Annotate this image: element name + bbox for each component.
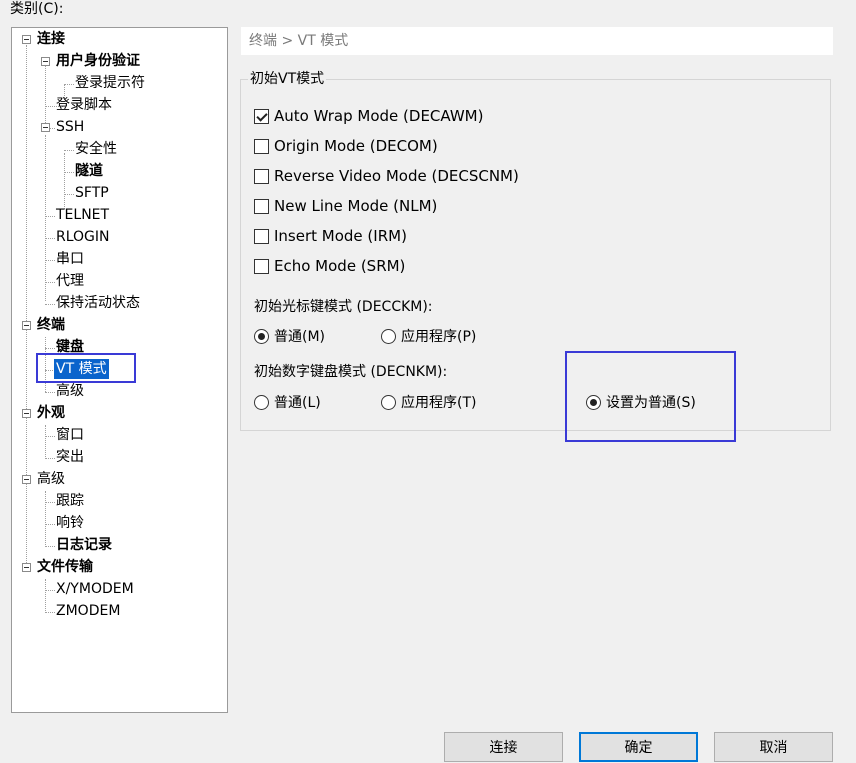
collapse-terminal-icon[interactable] (22, 321, 31, 330)
tree-item-serial[interactable]: 串口 (56, 249, 84, 269)
checkbox-label: New Line Mode (NLM) (274, 197, 438, 215)
ok-button[interactable]: 确定 (579, 732, 698, 762)
checkbox-icon[interactable] (254, 168, 269, 184)
highlight-box-vt-mode (36, 353, 136, 383)
cancel-button[interactable]: 取消 (714, 732, 833, 762)
checkbox-decawm[interactable]: Auto Wrap Mode (DECAWM) (254, 106, 483, 126)
checkbox-decom[interactable]: Origin Mode (DECOM) (254, 136, 438, 156)
checkbox-label: Insert Mode (IRM) (274, 227, 407, 245)
collapse-appearance-icon[interactable] (22, 409, 31, 418)
checkbox-checked-icon[interactable] (254, 108, 269, 124)
checkbox-nlm[interactable]: New Line Mode (NLM) (254, 196, 437, 216)
category-label: 类别(C): (10, 1, 64, 17)
checkbox-icon[interactable] (254, 258, 269, 274)
tree-item-proxy[interactable]: 代理 (56, 271, 84, 291)
checkbox-label: Echo Mode (SRM) (274, 257, 406, 275)
tree-item-user-auth[interactable]: 用户身份验证 (56, 51, 140, 71)
checkbox-label: Auto Wrap Mode (DECAWM) (274, 107, 484, 125)
tree-item-highlight[interactable]: 突出 (56, 447, 84, 467)
checkbox-icon[interactable] (254, 198, 269, 214)
cursor-keys-label: 初始光标键模式 (DECCKM): (254, 299, 433, 315)
tree-item-keepalive[interactable]: 保持活动状态 (56, 293, 140, 313)
tree-item-window[interactable]: 窗口 (56, 425, 84, 445)
radio-checked-icon[interactable] (254, 328, 269, 344)
tree-item-logging[interactable]: 日志记录 (56, 535, 112, 555)
radio-keypad-application[interactable]: 应用程序(T) (381, 392, 476, 412)
radio-label: 普通(M) (274, 329, 326, 345)
highlight-box-set-normal (565, 351, 736, 442)
collapse-ssh-icon[interactable] (41, 123, 50, 132)
tree-item-zmodem[interactable]: ZMODEM (56, 601, 120, 621)
checkbox-srm[interactable]: Echo Mode (SRM) (254, 256, 405, 276)
tree-item-telnet[interactable]: TELNET (56, 205, 109, 225)
tree-item-login-prompt[interactable]: 登录提示符 (75, 73, 145, 93)
tree-item-login-script[interactable]: 登录脚本 (56, 95, 112, 115)
radio-icon[interactable] (381, 328, 396, 344)
tree-item-bell[interactable]: 响铃 (56, 513, 84, 533)
tree-item-tunnel[interactable]: 隧道 (75, 161, 103, 181)
tree-item-rlogin[interactable]: RLOGIN (56, 227, 110, 247)
tree-item-sftp[interactable]: SFTP (75, 183, 109, 203)
tree-item-terminal-advanced[interactable]: 高级 (56, 381, 84, 401)
tree-item-xymodem[interactable]: X/YMODEM (56, 579, 134, 599)
tree-item-terminal[interactable]: 终端 (37, 315, 65, 335)
checkbox-label: Reverse Video Mode (DECSCNM) (274, 167, 519, 185)
connect-button[interactable]: 连接 (444, 732, 563, 762)
tree-item-trace[interactable]: 跟踪 (56, 491, 84, 511)
radio-label: 应用程序(P) (401, 329, 477, 345)
radio-icon[interactable] (254, 394, 269, 410)
tree-item-advanced[interactable]: 高级 (37, 469, 65, 489)
collapse-advanced-icon[interactable] (22, 475, 31, 484)
tree-item-file-transfer[interactable]: 文件传输 (37, 557, 93, 577)
tree-item-security[interactable]: 安全性 (75, 139, 117, 159)
radio-icon[interactable] (381, 394, 396, 410)
collapse-connection-icon[interactable] (22, 35, 31, 44)
tree-item-connection[interactable]: 连接 (37, 29, 65, 49)
collapse-auth-icon[interactable] (41, 57, 50, 66)
tree-item-ssh[interactable]: SSH (56, 117, 84, 137)
checkbox-icon[interactable] (254, 138, 269, 154)
checkbox-irm[interactable]: Insert Mode (IRM) (254, 226, 407, 246)
radio-label: 应用程序(T) (401, 395, 477, 411)
group-title: 初始VT模式 (248, 70, 327, 88)
radio-label: 普通(L) (274, 395, 321, 411)
checkbox-label: Origin Mode (DECOM) (274, 137, 438, 155)
collapse-file-transfer-icon[interactable] (22, 563, 31, 572)
breadcrumb: 终端 > VT 模式 (241, 27, 833, 55)
checkbox-icon[interactable] (254, 228, 269, 244)
radio-cursor-application[interactable]: 应用程序(P) (381, 326, 476, 346)
radio-keypad-normal[interactable]: 普通(L) (254, 392, 321, 412)
tree-item-appearance[interactable]: 外观 (37, 403, 65, 423)
keypad-label: 初始数字键盘模式 (DECNKM): (254, 364, 448, 380)
checkbox-decscnm[interactable]: Reverse Video Mode (DECSCNM) (254, 166, 519, 186)
radio-cursor-normal[interactable]: 普通(M) (254, 326, 325, 346)
